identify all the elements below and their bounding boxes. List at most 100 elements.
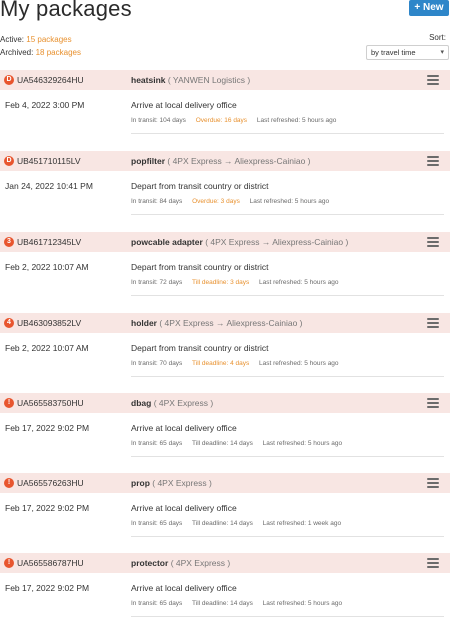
hamburger-menu-icon[interactable] <box>427 318 439 328</box>
package-meta: In transit: 70 days Till deadline: 4 day… <box>131 359 347 368</box>
package-title[interactable]: heatsink <box>131 75 166 85</box>
package-row: 4 UB463093852LV holder ( 4PX Express → A… <box>0 313 450 378</box>
page-title: My packages <box>0 0 132 21</box>
last-refreshed: Last refreshed: 5 hours ago <box>259 360 339 367</box>
tracking-number[interactable]: UB451710115LV <box>17 156 81 167</box>
last-refreshed: Last refreshed: 5 hours ago <box>259 279 339 286</box>
package-meta: In transit: 65 days Till deadline: 14 da… <box>131 519 349 528</box>
tracking-number[interactable]: UA565576263HU <box>17 478 84 489</box>
package-carrier: ( 4PX Express → Aliexpress-Cainiao ) <box>159 318 303 328</box>
transit-time: In transit: 65 days <box>131 600 183 607</box>
package-header: ! UA565583750HU dbag ( 4PX Express ) <box>0 393 450 413</box>
hamburger-menu-icon[interactable] <box>427 237 439 247</box>
package-header: 4 UB463093852LV holder ( 4PX Express → A… <box>0 313 450 333</box>
package-header: 3 UB461712345LV powcable adapter ( 4PX E… <box>0 232 450 252</box>
transit-time: In transit: 104 days <box>131 117 186 124</box>
package-date: Jan 24, 2022 10:41 PM <box>5 181 93 191</box>
tracking-number[interactable]: UB461712345LV <box>17 237 81 248</box>
package-status: Depart from transit country or district <box>131 262 269 272</box>
package-row: D UB451710115LV popfilter ( 4PX Express … <box>0 151 450 216</box>
package-status: Arrive at local delivery office <box>131 503 237 513</box>
tracking-number[interactable]: UA565583750HU <box>17 398 84 409</box>
hamburger-menu-icon[interactable] <box>427 558 439 568</box>
archived-count[interactable]: Archived: 18 packages <box>0 46 81 59</box>
deadline-info: Till deadline: 14 days <box>192 440 253 447</box>
package-title[interactable]: holder <box>131 318 157 328</box>
package-meta: In transit: 104 days Overdue: 16 days La… <box>131 116 344 125</box>
tracking-number[interactable]: UA565586787HU <box>17 558 84 569</box>
package-status: Depart from transit country or district <box>131 181 269 191</box>
package-title[interactable]: prop <box>131 478 150 488</box>
deadline-info: Overdue: 16 days <box>195 117 248 124</box>
package-name[interactable]: popfilter ( 4PX Express → Aliexpress-Cai… <box>131 156 311 167</box>
package-meta: In transit: 72 days Till deadline: 3 day… <box>131 278 347 287</box>
sort-label: Sort: <box>429 33 446 42</box>
row-divider <box>131 133 444 134</box>
package-title[interactable]: dbag <box>131 398 151 408</box>
package-meta: In transit: 65 days Till deadline: 14 da… <box>131 599 350 608</box>
package-carrier: ( 4PX Express ) <box>152 478 212 488</box>
package-title[interactable]: popfilter <box>131 156 165 166</box>
tracking-number[interactable]: UA546329264HU <box>17 75 84 86</box>
package-header: D UB451710115LV popfilter ( 4PX Express … <box>0 151 450 171</box>
archived-label: Archived: <box>0 48 34 57</box>
package-name[interactable]: powcable adapter ( 4PX Express → Aliexpr… <box>131 237 348 248</box>
hamburger-menu-icon[interactable] <box>427 75 439 85</box>
package-date: Feb 4, 2022 3:00 PM <box>5 100 85 110</box>
row-divider <box>131 214 444 215</box>
package-row: ! UA565583750HU dbag ( 4PX Express ) Feb… <box>0 393 450 458</box>
package-title[interactable]: protector <box>131 558 168 568</box>
status-badge: D <box>4 156 14 166</box>
transit-time: In transit: 65 days <box>131 440 183 447</box>
hamburger-menu-icon[interactable] <box>427 478 439 488</box>
package-name[interactable]: holder ( 4PX Express → Aliexpress-Cainia… <box>131 318 303 329</box>
package-name[interactable]: prop ( 4PX Express ) <box>131 478 212 489</box>
tracking-number[interactable]: UB463093852LV <box>17 318 81 329</box>
package-carrier: ( YANWEN Logistics ) <box>167 75 251 85</box>
deadline-info: Till deadline: 14 days <box>192 520 253 527</box>
status-badge: 4 <box>4 318 14 328</box>
archived-value[interactable]: 18 packages <box>36 48 81 57</box>
package-status: Depart from transit country or district <box>131 343 269 353</box>
active-value[interactable]: 15 packages <box>26 35 71 44</box>
package-row: 3 UB461712345LV powcable adapter ( 4PX E… <box>0 232 450 297</box>
package-name[interactable]: dbag ( 4PX Express ) <box>131 398 213 409</box>
transit-time: In transit: 70 days <box>131 360 183 367</box>
package-name[interactable]: heatsink ( YANWEN Logistics ) <box>131 75 250 86</box>
package-date: Feb 17, 2022 9:02 PM <box>5 583 90 593</box>
package-carrier: ( 4PX Express → Aliexpress-Cainiao ) <box>205 237 349 247</box>
package-date: Feb 2, 2022 10:07 AM <box>5 262 89 272</box>
sort-select[interactable]: by travel time ▾ <box>366 45 449 60</box>
hamburger-menu-icon[interactable] <box>427 398 439 408</box>
row-divider <box>131 295 444 296</box>
package-name[interactable]: protector ( 4PX Express ) <box>131 558 230 569</box>
package-row: ! UA565586787HU protector ( 4PX Express … <box>0 553 450 617</box>
package-meta: In transit: 65 days Till deadline: 14 da… <box>131 439 350 448</box>
hamburger-menu-icon[interactable] <box>427 156 439 166</box>
package-carrier: ( 4PX Express → Aliexpress-Cainiao ) <box>167 156 311 166</box>
transit-time: In transit: 84 days <box>131 198 183 205</box>
package-counts: Active: 15 packages Archived: 18 package… <box>0 33 81 59</box>
status-badge: D <box>4 75 14 85</box>
deadline-info: Overdue: 3 days <box>192 198 240 205</box>
package-carrier: ( 4PX Express ) <box>153 398 214 408</box>
package-meta: In transit: 84 days Overdue: 3 days Last… <box>131 197 337 206</box>
row-divider <box>131 376 444 377</box>
last-refreshed: Last refreshed: 5 hours ago <box>256 117 337 124</box>
row-divider <box>131 536 444 537</box>
active-count[interactable]: Active: 15 packages <box>0 33 81 46</box>
chevron-down-icon: ▾ <box>440 49 444 56</box>
transit-time: In transit: 72 days <box>131 279 183 286</box>
package-date: Feb 17, 2022 9:02 PM <box>5 503 90 513</box>
package-status: Arrive at local delivery office <box>131 100 237 110</box>
package-header: ! UA565576263HU prop ( 4PX Express ) <box>0 473 450 493</box>
package-title[interactable]: powcable adapter <box>131 237 203 247</box>
alert-icon: ! <box>4 558 14 568</box>
transit-time: In transit: 65 days <box>131 520 183 527</box>
row-divider <box>131 456 444 457</box>
new-package-button[interactable]: + New <box>409 0 449 16</box>
package-row: D UA546329264HU heatsink ( YANWEN Logist… <box>0 70 450 135</box>
last-refreshed: Last refreshed: 1 week ago <box>262 520 342 527</box>
alert-icon: ! <box>4 398 14 408</box>
package-date: Feb 17, 2022 9:02 PM <box>5 423 90 433</box>
